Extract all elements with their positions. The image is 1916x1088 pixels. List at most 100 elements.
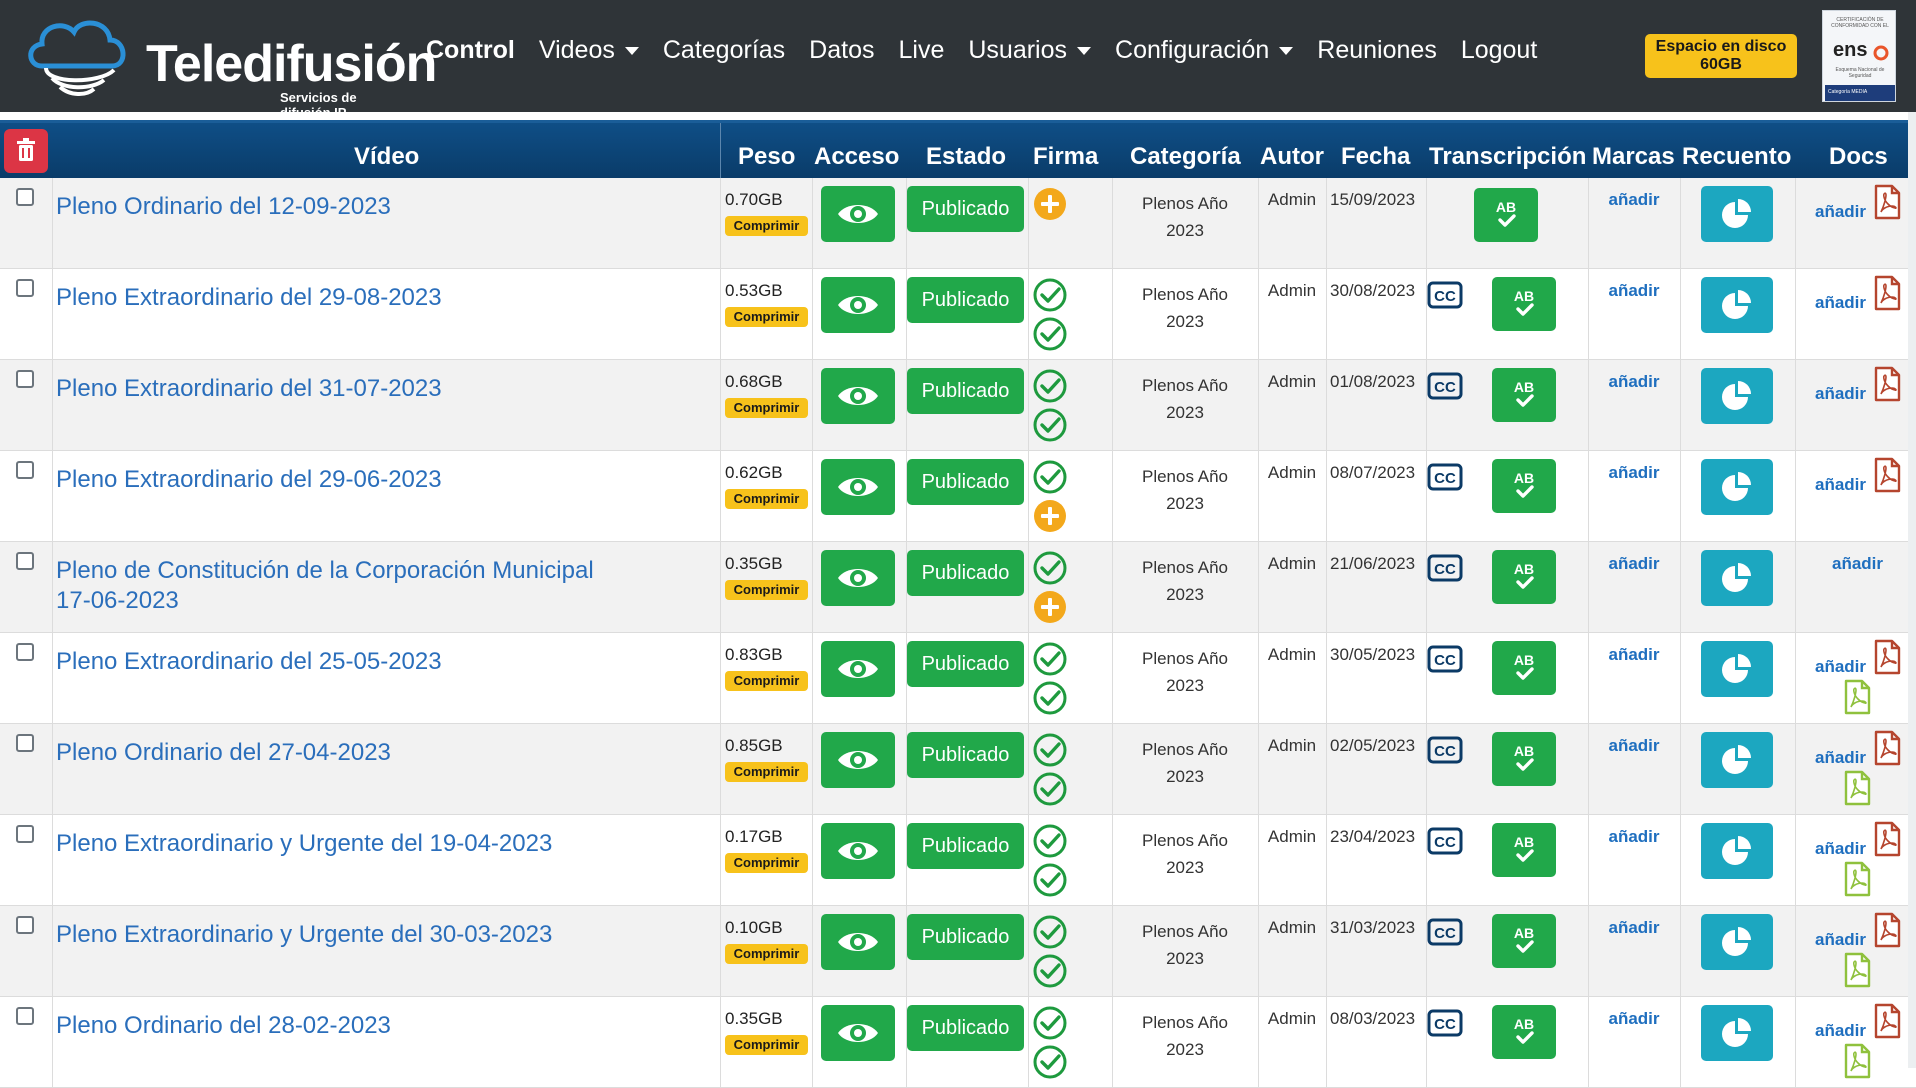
vote-count-button[interactable]	[1701, 277, 1773, 333]
closed-captions-icon[interactable]: CC	[1427, 554, 1463, 582]
video-title-link[interactable]: Pleno Extraordinario y Urgente del 19-04…	[56, 829, 616, 859]
brand-logo[interactable]: Teledifusión Servicios de difusión IP	[22, 14, 437, 120]
compress-button[interactable]: Comprimir	[725, 1035, 808, 1055]
row-select-checkbox[interactable]	[16, 734, 34, 752]
view-access-button[interactable]	[821, 1005, 895, 1061]
nav-item-7[interactable]: Configuración	[1115, 36, 1294, 65]
col-video[interactable]: Vídeo	[354, 143, 419, 171]
add-marks-link[interactable]: añadir	[1590, 736, 1678, 756]
col-autor[interactable]: Autor	[1260, 143, 1324, 171]
add-marks-link[interactable]: añadir	[1590, 190, 1678, 210]
row-select-checkbox[interactable]	[16, 825, 34, 843]
status-published-button[interactable]: Publicado	[907, 732, 1024, 778]
add-docs-link[interactable]: añadir	[1815, 930, 1866, 950]
video-title-link[interactable]: Pleno Extraordinario del 31-07-2023	[56, 374, 616, 404]
row-select-checkbox[interactable]	[16, 370, 34, 388]
view-access-button[interactable]	[821, 368, 895, 424]
delete-selected-button[interactable]	[4, 129, 48, 173]
add-marks-link[interactable]: añadir	[1590, 827, 1678, 847]
compress-button[interactable]: Comprimir	[725, 307, 808, 327]
nav-item-1[interactable]: Control	[426, 36, 515, 65]
add-marks-link[interactable]: añadir	[1590, 1009, 1678, 1029]
closed-captions-icon[interactable]: CC	[1427, 827, 1463, 855]
video-title-link[interactable]: Pleno Ordinario del 12-09-2023	[56, 192, 616, 222]
row-select-checkbox[interactable]	[16, 643, 34, 661]
video-title-link[interactable]: Pleno Extraordinario del 29-06-2023	[56, 465, 616, 495]
col-fecha[interactable]: Fecha	[1341, 143, 1410, 171]
pdf-document-icon[interactable]	[1872, 457, 1902, 493]
col-marcas[interactable]: Marcas	[1592, 143, 1675, 171]
compress-button[interactable]: Comprimir	[725, 671, 808, 691]
status-published-button[interactable]: Publicado	[907, 368, 1024, 414]
pdf-document-icon[interactable]	[1842, 770, 1872, 806]
transcription-button[interactable]: AB	[1492, 277, 1556, 331]
nav-item-6[interactable]: Usuarios	[968, 36, 1092, 65]
video-title-link[interactable]: Pleno Ordinario del 27-04-2023	[56, 738, 616, 768]
vote-count-button[interactable]	[1701, 732, 1773, 788]
view-access-button[interactable]	[821, 641, 895, 697]
add-docs-link[interactable]: añadir	[1815, 839, 1866, 859]
transcription-button[interactable]: AB	[1474, 188, 1538, 242]
col-docs[interactable]: Docs	[1829, 143, 1888, 171]
transcription-button[interactable]: AB	[1492, 368, 1556, 422]
status-published-button[interactable]: Publicado	[907, 823, 1024, 869]
add-docs-link[interactable]: añadir	[1815, 1021, 1866, 1041]
transcription-button[interactable]: AB	[1492, 732, 1556, 786]
row-select-checkbox[interactable]	[16, 188, 34, 206]
add-docs-link[interactable]: añadir	[1815, 202, 1866, 222]
transcription-button[interactable]: AB	[1492, 641, 1556, 695]
pdf-document-icon[interactable]	[1872, 730, 1902, 766]
page-scrollbar[interactable]	[1908, 112, 1916, 1068]
nav-item-9[interactable]: Logout	[1461, 36, 1537, 65]
add-marks-link[interactable]: añadir	[1590, 463, 1678, 483]
vote-count-button[interactable]	[1701, 368, 1773, 424]
col-recuento[interactable]: Recuento	[1682, 143, 1791, 171]
col-acceso[interactable]: Acceso	[814, 143, 899, 171]
closed-captions-icon[interactable]: CC	[1427, 1009, 1463, 1037]
vote-count-button[interactable]	[1701, 186, 1773, 242]
compress-button[interactable]: Comprimir	[725, 580, 808, 600]
status-published-button[interactable]: Publicado	[907, 550, 1024, 596]
transcription-button[interactable]: AB	[1492, 823, 1556, 877]
pdf-document-icon[interactable]	[1872, 821, 1902, 857]
pdf-document-icon[interactable]	[1872, 366, 1902, 402]
add-docs-link[interactable]: añadir	[1815, 475, 1866, 495]
closed-captions-icon[interactable]: CC	[1427, 736, 1463, 764]
vote-count-button[interactable]	[1701, 550, 1773, 606]
add-docs-link[interactable]: añadir	[1815, 293, 1866, 313]
col-peso[interactable]: Peso	[738, 143, 795, 171]
row-select-checkbox[interactable]	[16, 552, 34, 570]
vote-count-button[interactable]	[1701, 823, 1773, 879]
add-marks-link[interactable]: añadir	[1590, 554, 1678, 574]
closed-captions-icon[interactable]: CC	[1427, 463, 1463, 491]
add-marks-link[interactable]: añadir	[1590, 645, 1678, 665]
add-docs-link[interactable]: añadir	[1815, 657, 1866, 677]
closed-captions-icon[interactable]: CC	[1427, 645, 1463, 673]
vote-count-button[interactable]	[1701, 914, 1773, 970]
col-estado[interactable]: Estado	[926, 143, 1006, 171]
add-docs-link[interactable]: añadir	[1815, 748, 1866, 768]
row-select-checkbox[interactable]	[16, 279, 34, 297]
video-title-link[interactable]: Pleno Extraordinario del 25-05-2023	[56, 647, 616, 677]
add-signature-icon[interactable]	[1032, 589, 1068, 625]
closed-captions-icon[interactable]: CC	[1427, 918, 1463, 946]
compress-button[interactable]: Comprimir	[725, 489, 808, 509]
col-transcripcion[interactable]: Transcripción	[1429, 143, 1586, 171]
transcription-button[interactable]: AB	[1492, 459, 1556, 513]
transcription-button[interactable]: AB	[1492, 914, 1556, 968]
status-published-button[interactable]: Publicado	[907, 914, 1024, 960]
status-published-button[interactable]: Publicado	[907, 186, 1024, 232]
vote-count-button[interactable]	[1701, 1005, 1773, 1061]
add-signature-icon[interactable]	[1032, 498, 1068, 534]
compress-button[interactable]: Comprimir	[725, 853, 808, 873]
video-title-link[interactable]: Pleno de Constitución de la Corporación …	[56, 556, 616, 616]
view-access-button[interactable]	[821, 277, 895, 333]
status-published-button[interactable]: Publicado	[907, 1005, 1024, 1051]
nav-item-4[interactable]: Datos	[809, 36, 874, 65]
nav-item-8[interactable]: Reuniones	[1317, 36, 1437, 65]
add-marks-link[interactable]: añadir	[1590, 281, 1678, 301]
add-docs-link[interactable]: añadir	[1815, 384, 1866, 404]
view-access-button[interactable]	[821, 459, 895, 515]
vote-count-button[interactable]	[1701, 459, 1773, 515]
status-published-button[interactable]: Publicado	[907, 459, 1024, 505]
